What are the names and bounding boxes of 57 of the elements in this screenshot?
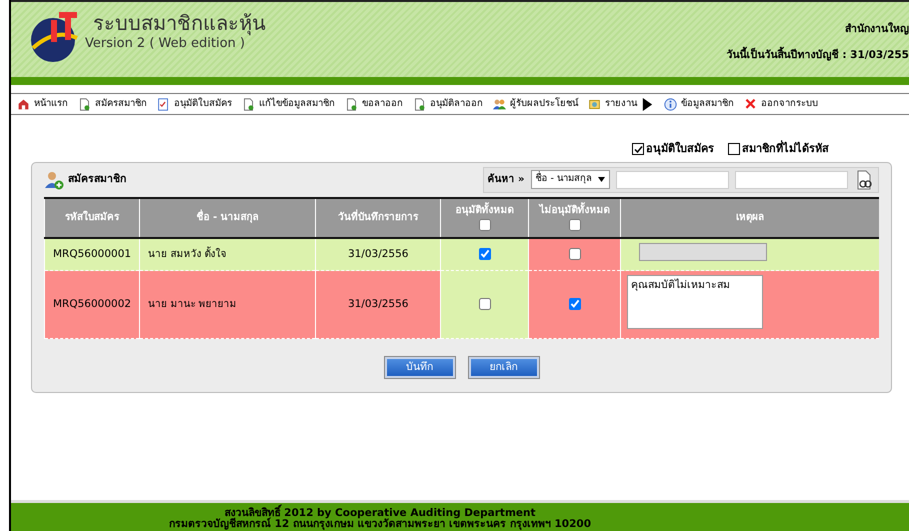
checkbox[interactable] [728, 143, 740, 156]
info-icon [664, 98, 677, 110]
checkbox[interactable] [568, 218, 581, 231]
checkbox[interactable] [632, 143, 644, 156]
office-name: สำนักงานใหญ [844, 22, 909, 37]
checkbox[interactable] [478, 298, 491, 310]
app-version: Version 2 ( Web edition ) [85, 36, 246, 53]
reason-field[interactable]: คุณสมบัติไม่เหมาะสม [627, 275, 764, 328]
search-dropdown[interactable]: ชื่อ - นามสกุล [530, 170, 610, 189]
table-cell: 31/03/2556 [316, 270, 441, 339]
house-icon [17, 98, 30, 110]
search-label: ค้นหา » [488, 172, 525, 187]
action-button[interactable]: ยกเลิก [468, 357, 538, 378]
table-cell: MRQ56000002 [44, 270, 140, 339]
app-title: ระบบสมาชิกและหุ้น [93, 12, 266, 34]
search-field[interactable] [735, 170, 848, 188]
column-header: รหัสใบสมัคร [44, 198, 140, 238]
menu-item[interactable]: อนุมัติลาออก [411, 96, 491, 112]
document-icon [78, 98, 91, 110]
column-header: ชื่อ - นามสกุล [140, 198, 316, 238]
document-icon [413, 98, 426, 110]
menu-item[interactable]: แก้ไขข้อมูลสมาชิก [240, 96, 343, 112]
search-field[interactable] [616, 170, 729, 188]
checkbox[interactable] [568, 248, 581, 260]
checklist-icon [157, 98, 170, 110]
menu-item[interactable]: อนุมัติใบสมัคร [155, 96, 240, 112]
table-cell: นาย สมหวัง ตั้งใจ [140, 238, 316, 271]
menu-item[interactable]: ข้อมูลสมาชิก [662, 96, 742, 112]
fiscal-date: วันนี้เป็นวันสิ้นปีทางบัญชี : 31/03/255 [726, 48, 909, 63]
footer-text: กรมตรวจบัญชีสหกรณ์ 12 ถนนกรุงเกษม แขวงวัดสามพระยา เขตพระนคร กรุงเทพฯ 10200 [168, 519, 592, 530]
panel-title: สมัครสมาชิก [68, 172, 126, 187]
checkbox[interactable] [568, 298, 581, 310]
filter-label: อนุมัติใบสมัคร [646, 141, 714, 158]
menu-item[interactable]: ผู้รับผลประโยชน์ [491, 96, 586, 112]
people-icon [493, 98, 506, 110]
table-cell: นาย มานะ พยายาม [140, 270, 316, 339]
document-icon [242, 98, 255, 110]
menu-item[interactable]: ออกจากระบบ [742, 96, 826, 112]
checkbox[interactable] [478, 218, 491, 231]
report-icon [588, 98, 601, 110]
user-add-icon [44, 170, 64, 190]
table-cell: 31/03/2556 [316, 238, 441, 271]
dropdown-caret-icon [598, 177, 605, 182]
table-cell: MRQ56000001 [44, 238, 140, 271]
close-icon [744, 98, 757, 110]
menu-item[interactable]: ขอลาออก [343, 96, 411, 112]
document-icon [345, 98, 358, 110]
action-button[interactable]: บันทึก [384, 357, 454, 378]
checkbox[interactable] [478, 248, 491, 260]
column-header: เหตุผล [620, 198, 879, 238]
menu-item[interactable]: หน้าแรก [15, 96, 76, 112]
menu-item[interactable]: รายงาน [586, 96, 662, 112]
column-label: ไม่อนุมัติทั้งหมด [530, 202, 620, 218]
column-label: อนุมัติทั้งหมด [442, 202, 528, 218]
column-header: วันที่บันทึกรายการ [316, 198, 441, 238]
filter-label: สมาชิกที่ไม่ได้รหัส [742, 141, 829, 157]
menu-item[interactable]: สมัครสมาชิก [76, 96, 155, 112]
